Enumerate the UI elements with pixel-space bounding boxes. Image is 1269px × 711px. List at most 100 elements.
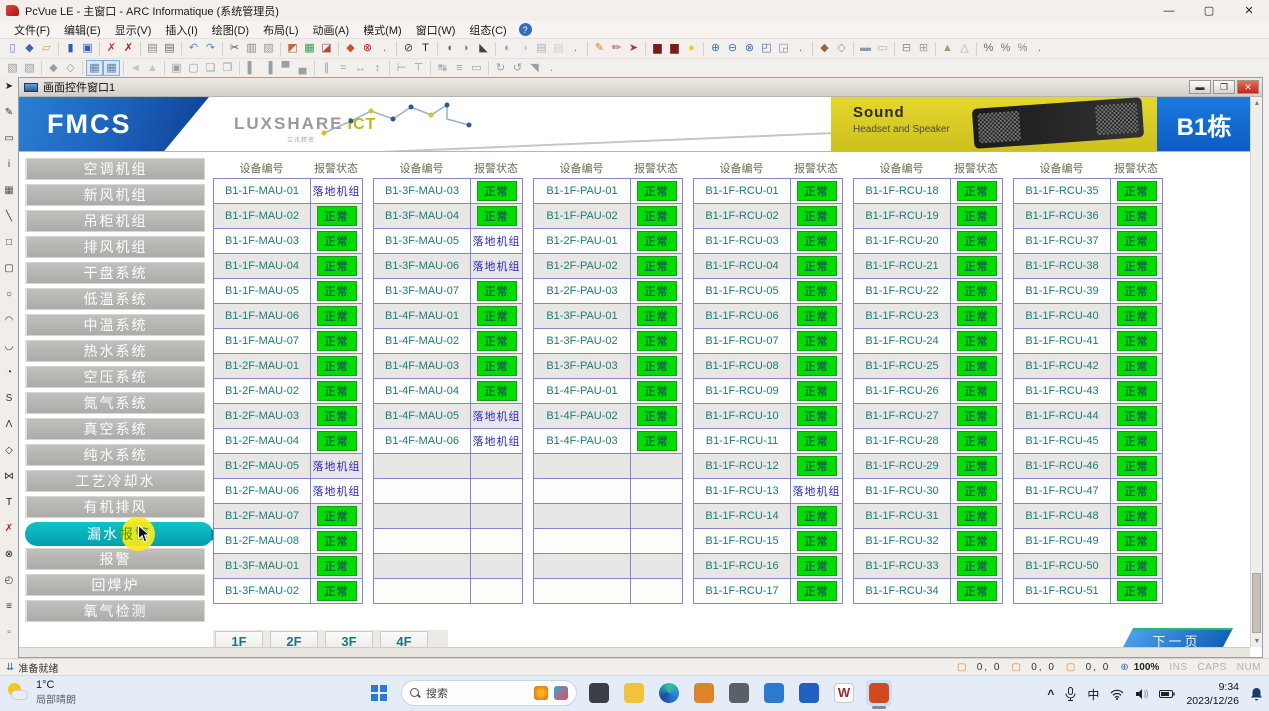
copy-icon[interactable]: ▥ xyxy=(243,41,260,57)
bring-front-icon[interactable]: ❏ xyxy=(202,60,219,76)
stop-icon[interactable]: ⊗ xyxy=(359,41,376,57)
sidebar-item-11[interactable]: 纯水系统 xyxy=(25,444,205,466)
cut-icon[interactable]: ✂ xyxy=(226,41,243,57)
cube-app-icon[interactable] xyxy=(726,680,752,706)
sidebar-item-5[interactable]: 低温系统 xyxy=(25,288,205,310)
select-all-icon[interactable]: ▧ xyxy=(21,60,38,76)
monitor-icon[interactable]: ▬ xyxy=(857,41,874,57)
align-bottom-icon[interactable]: ▄ xyxy=(294,60,311,76)
palette-icon[interactable]: ◩ xyxy=(284,41,301,57)
sidebar-item-13[interactable]: 有机排风 xyxy=(25,496,205,518)
arc-icon[interactable]: ◠ xyxy=(2,313,17,327)
align-left-icon[interactable]: ▌ xyxy=(243,60,260,76)
pencil-tool-icon[interactable]: ✎ xyxy=(2,105,17,119)
microphone-icon[interactable] xyxy=(1065,687,1076,701)
wifi-icon[interactable] xyxy=(1110,689,1124,700)
curve-icon[interactable]: S xyxy=(2,391,17,405)
pan2-icon[interactable]: ◇ xyxy=(833,41,850,57)
list-icon[interactable]: ≡ xyxy=(2,599,17,613)
flip-v-icon[interactable]: ▲ xyxy=(144,60,161,76)
search-highlight-icon-2[interactable] xyxy=(554,686,568,700)
save-icon[interactable]: ▮ xyxy=(62,41,79,57)
comment-icon[interactable]: ◖ xyxy=(441,41,458,57)
open-file-icon[interactable]: ▱ xyxy=(38,41,55,57)
weather-widget[interactable]: 1°C 局部晴朗 xyxy=(6,679,76,706)
send-back-icon[interactable]: ❐ xyxy=(219,60,236,76)
ellipse-icon[interactable]: ○ xyxy=(2,287,17,301)
horizontal-scrollbar[interactable] xyxy=(19,647,1250,657)
floor-tab-2F[interactable]: 2F xyxy=(270,631,318,647)
speaker-volume-icon[interactable] xyxy=(1135,688,1148,700)
scroll-up-arrow-icon[interactable]: ▲ xyxy=(1251,97,1263,109)
polyline-icon[interactable]: Λ xyxy=(2,417,17,431)
settings-app-icon[interactable] xyxy=(761,680,787,706)
pan-icon[interactable]: ◆ xyxy=(816,41,833,57)
shield-icon[interactable]: ◆ xyxy=(21,41,38,57)
brush-icon[interactable]: ✏ xyxy=(608,41,625,57)
lock-icon[interactable]: ◆ xyxy=(45,60,62,76)
same-height-icon[interactable]: ⊤ xyxy=(410,60,427,76)
unlock-icon[interactable]: ◇ xyxy=(62,60,79,76)
floor-tab-4F[interactable]: 4F xyxy=(380,631,428,647)
rotate-free-icon[interactable]: ◥ xyxy=(526,60,543,76)
menu-item-4[interactable]: 绘图(D) xyxy=(206,21,255,39)
file-explorer-icon[interactable] xyxy=(621,680,647,706)
roundrect-icon[interactable]: ▢ xyxy=(2,261,17,275)
select-icon[interactable]: ▧ xyxy=(4,60,21,76)
menu-item-9[interactable]: 组态(C) xyxy=(463,21,512,39)
undo-icon[interactable]: ↶ xyxy=(185,41,202,57)
sidebar-item-6[interactable]: 中温系统 xyxy=(25,314,205,336)
export-image-icon[interactable]: ◪ xyxy=(318,41,335,57)
close-button[interactable]: ✕ xyxy=(1229,0,1269,21)
delete-red-icon[interactable]: ✗ xyxy=(103,41,120,57)
more-dot5-icon[interactable]: . xyxy=(543,60,560,76)
grid-tool-icon[interactable]: ▦ xyxy=(2,183,17,197)
search-box[interactable]: 搜索 xyxy=(401,680,577,706)
align-top-icon[interactable]: ▀ xyxy=(277,60,294,76)
sidebar-item-17[interactable]: 氧气检测 xyxy=(25,600,205,622)
menu-item-8[interactable]: 窗口(W) xyxy=(410,21,462,39)
pie-icon[interactable]: ◔ xyxy=(2,365,17,379)
menu-item-6[interactable]: 动画(A) xyxy=(307,21,356,39)
mimic-close-button[interactable]: ✕ xyxy=(1237,80,1259,94)
fit-icon[interactable]: ▭ xyxy=(468,60,485,76)
tray-chevron-up-icon[interactable]: ^ xyxy=(1047,687,1054,701)
paste-icon[interactable]: ▨ xyxy=(260,41,277,57)
print-preview-icon[interactable]: ▤ xyxy=(144,41,161,57)
start-button[interactable] xyxy=(366,680,392,706)
minimize-button[interactable]: — xyxy=(1149,0,1189,21)
snap-grid-icon[interactable]: ▦ xyxy=(103,60,120,76)
sidebar-item-9[interactable]: 氮气系统 xyxy=(25,392,205,414)
sphere-icon[interactable]: ◐ xyxy=(499,41,516,57)
zoom-in-icon[interactable]: ⊕ xyxy=(707,41,724,57)
scroll-down-arrow-icon[interactable]: ▼ xyxy=(1251,635,1263,647)
center-v-icon[interactable]: ↕ xyxy=(369,60,386,76)
new-file-icon[interactable]: ▯ xyxy=(4,41,21,57)
menu-item-1[interactable]: 编辑(E) xyxy=(58,21,107,39)
sidebar-item-10[interactable]: 真空系统 xyxy=(25,418,205,440)
mimic-restore-button[interactable]: ❐ xyxy=(1213,80,1235,94)
bulb-icon[interactable]: ● xyxy=(683,41,700,57)
flag-icon[interactable]: ◣ xyxy=(475,41,492,57)
menu-item-7[interactable]: 模式(M) xyxy=(357,21,408,39)
sidebar-item-12[interactable]: 工艺冷却水 xyxy=(25,470,205,492)
search-highlight-icon-1[interactable] xyxy=(534,686,548,700)
rect-icon[interactable]: □ xyxy=(2,235,17,249)
marker-icon[interactable]: ◆ xyxy=(342,41,359,57)
scada-doc-app-icon[interactable] xyxy=(796,680,822,706)
screenshot-app-icon[interactable] xyxy=(586,680,612,706)
pointer-icon[interactable]: ➤ xyxy=(2,79,17,93)
word-app-icon[interactable]: W xyxy=(831,680,857,706)
sheet2-icon[interactable]: ▤ xyxy=(550,41,567,57)
eraser-icon[interactable]: ▭ xyxy=(2,131,17,145)
chord-icon[interactable]: ◡ xyxy=(2,339,17,353)
pencil-icon[interactable]: ✎ xyxy=(591,41,608,57)
store-app-icon[interactable] xyxy=(691,680,717,706)
floor-tab-3F[interactable]: 3F xyxy=(325,631,373,647)
sidebar-item-3[interactable]: 排风机组 xyxy=(25,236,205,258)
group-icon[interactable]: ▣ xyxy=(168,60,185,76)
frame-icon[interactable]: ⊟ xyxy=(898,41,915,57)
var2-icon[interactable]: % xyxy=(997,41,1014,57)
next-page-button[interactable]: 下一页 xyxy=(1121,628,1233,647)
floor-tab-1F[interactable]: 1F xyxy=(215,631,263,647)
